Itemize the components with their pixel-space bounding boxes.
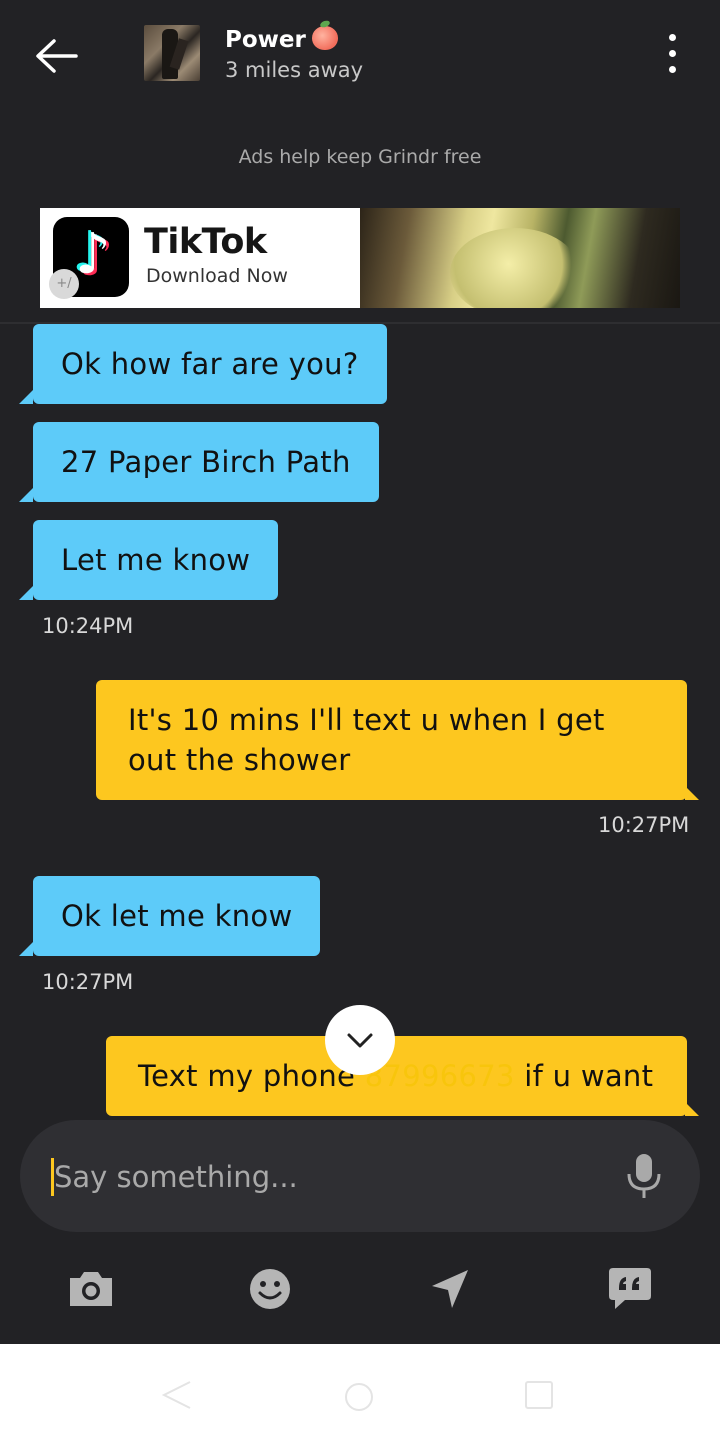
- ad-badge: +/: [49, 269, 79, 299]
- message-incoming[interactable]: 27 Paper Birch Path: [19, 422, 379, 502]
- chat-header: Power 3 miles away: [0, 0, 720, 112]
- ad-banner[interactable]: ♪ +/ TikTok Download Now: [40, 208, 680, 308]
- scroll-to-bottom-button[interactable]: [325, 1005, 395, 1075]
- message-text: It's 10 mins I'll text u when I get out …: [128, 703, 605, 777]
- square-recents-icon: [525, 1381, 553, 1409]
- profile-name-text: Power: [225, 27, 306, 53]
- camera-icon: [70, 1272, 112, 1306]
- message-outgoing[interactable]: It's 10 mins I'll text u when I get out …: [96, 680, 699, 800]
- ads-label: Ads help keep Grindr free: [238, 146, 482, 168]
- message-text: Text my phone: [138, 1059, 356, 1093]
- microphone-button[interactable]: [624, 1152, 664, 1200]
- message-input[interactable]: [54, 1150, 594, 1204]
- message-incoming[interactable]: Ok how far are you?: [19, 324, 387, 404]
- message-text: 27 Paper Birch Path: [61, 445, 351, 479]
- message-outgoing[interactable]: Text my phone 87996673 if u want: [106, 1036, 699, 1116]
- message-timestamp: 10:27PM: [42, 970, 134, 994]
- message-text: Let me know: [61, 543, 251, 577]
- saved-phrases-icon: [609, 1268, 651, 1309]
- emoji-button[interactable]: [246, 1266, 296, 1312]
- more-options-button[interactable]: [660, 34, 684, 80]
- emoji-icon: [250, 1269, 290, 1309]
- location-icon: [432, 1270, 468, 1308]
- camera-button[interactable]: [66, 1266, 116, 1312]
- ad-title: TikTok: [144, 222, 267, 262]
- message-text: if u want: [524, 1059, 654, 1093]
- profile-name[interactable]: Power: [225, 26, 338, 53]
- message-timestamp: 10:27PM: [598, 813, 690, 837]
- microphone-icon: [627, 1154, 661, 1198]
- circle-home-icon: [345, 1383, 373, 1411]
- ad-image: [360, 208, 680, 308]
- distance-label: 3 miles away: [225, 58, 364, 82]
- location-button[interactable]: [426, 1266, 476, 1312]
- system-back-button[interactable]: [160, 1378, 194, 1412]
- avatar[interactable]: [144, 25, 200, 81]
- message-incoming[interactable]: Let me know: [18, 520, 279, 600]
- system-recents-button[interactable]: [524, 1380, 554, 1410]
- system-navigation-bar: [0, 1344, 720, 1440]
- back-button[interactable]: [30, 34, 82, 78]
- message-text: Ok let me know: [61, 899, 293, 933]
- redacted-phone-number: 87996673: [364, 1059, 515, 1093]
- message-incoming[interactable]: Ok let me know: [18, 876, 321, 956]
- arrow-left-icon: [36, 39, 78, 73]
- message-text: Ok how far are you?: [61, 347, 359, 381]
- message-timestamp: 10:24PM: [42, 614, 134, 638]
- chevron-down-icon: [347, 1033, 373, 1048]
- peach-emoji-icon: [311, 26, 338, 50]
- saved-phrases-button[interactable]: [605, 1266, 655, 1312]
- ad-subtitle: Download Now: [146, 265, 288, 287]
- triangle-back-icon: [161, 1381, 191, 1409]
- system-home-button[interactable]: [344, 1382, 374, 1412]
- tiktok-logo-icon: ♪ +/: [49, 217, 129, 299]
